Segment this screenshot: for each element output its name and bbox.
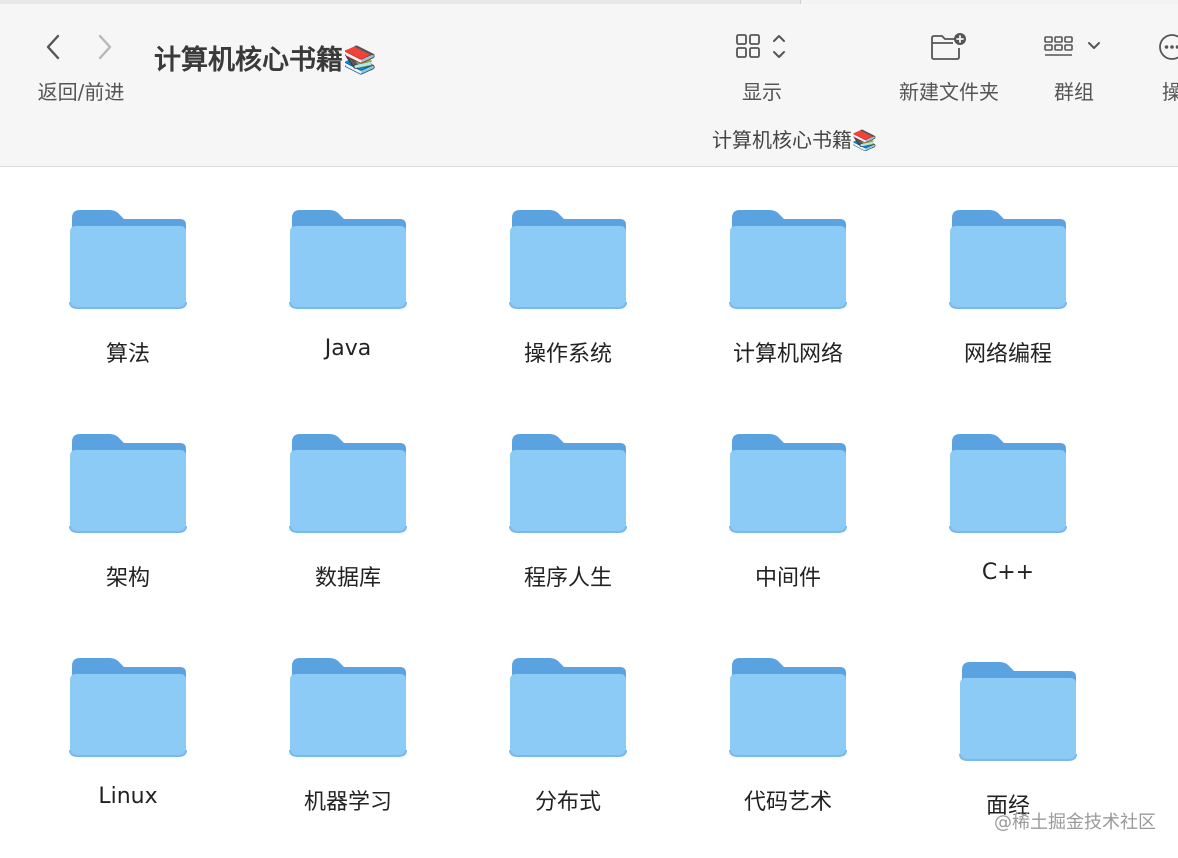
folder-icon <box>729 658 847 757</box>
window-title: 计算机核心书籍📚 <box>154 45 377 76</box>
folder-label: 代码艺术 <box>743 790 832 815</box>
folder-item[interactable]: 架构 <box>38 430 218 630</box>
folder-item[interactable]: Java <box>258 206 438 406</box>
folder-item[interactable]: 分布式 <box>478 654 658 854</box>
folder-label: 算法 <box>105 342 150 367</box>
folder-icon <box>959 662 1077 761</box>
folder-icon <box>289 434 407 533</box>
folder-item[interactable]: 操作系统 <box>478 206 658 406</box>
folder-icon <box>509 658 627 757</box>
folder-label: 架构 <box>105 566 150 591</box>
folder-label: Java <box>324 336 372 361</box>
folder-icon <box>69 658 187 757</box>
forward-button[interactable] <box>90 30 120 64</box>
back-button[interactable] <box>38 30 68 64</box>
folder-icon <box>729 210 847 309</box>
folder-item[interactable]: 程序人生 <box>478 430 658 630</box>
more-icon <box>1159 34 1178 60</box>
new-folder-icon <box>931 33 966 60</box>
nav-group: 返回/前进 <box>26 26 136 106</box>
folder-icon <box>69 434 187 533</box>
folder-label: 机器学习 <box>303 790 392 815</box>
folder-item[interactable]: 网络编程 <box>918 206 1098 406</box>
folder-item[interactable]: 中间件 <box>698 430 878 630</box>
folder-item[interactable]: 机器学习 <box>258 654 438 854</box>
new-folder-label: 新建文件夹 <box>899 80 999 104</box>
nav-label: 返回/前进 <box>37 80 125 104</box>
chevron-right-icon <box>98 34 112 60</box>
toolbar: 返回/前进 计算机核心书籍📚 显示 新建文件夹 群组 操 计算机核心书籍📚 <box>0 0 1178 167</box>
folder-icon <box>949 210 1067 309</box>
folder-icon <box>509 434 627 533</box>
path-label: 计算机核心书籍📚 <box>712 128 877 152</box>
group-icon <box>1044 36 1100 56</box>
folder-icon <box>69 210 187 309</box>
action-button[interactable]: 操 <box>1142 28 1178 108</box>
folder-icon <box>289 658 407 757</box>
folder-item[interactable]: Linux <box>38 654 218 854</box>
new-folder-button[interactable]: 新建文件夹 <box>888 28 1010 108</box>
folder-label: 计算机网络 <box>732 342 843 367</box>
view-button[interactable]: 显示 <box>722 28 802 108</box>
folder-label: Linux <box>98 784 158 809</box>
group-button[interactable]: 群组 <box>1036 28 1112 108</box>
folder-label: 程序人生 <box>523 566 612 591</box>
folder-label: C++ <box>981 560 1035 585</box>
chevron-left-icon <box>46 34 60 60</box>
folder-label: 网络编程 <box>963 342 1052 367</box>
folder-item[interactable]: 代码艺术 <box>698 654 878 854</box>
tab-strip <box>800 0 1178 4</box>
folder-label: 数据库 <box>314 566 381 591</box>
folder-label: 中间件 <box>754 566 821 591</box>
folder-icon <box>949 434 1067 533</box>
folder-item[interactable]: C++ <box>918 430 1098 630</box>
folder-label: 分布式 <box>534 790 601 815</box>
folder-item[interactable]: 数据库 <box>258 430 438 630</box>
folder-icon <box>729 434 847 533</box>
action-label: 操 <box>1162 80 1178 104</box>
folder-item[interactable]: 计算机网络 <box>698 206 878 406</box>
group-label: 群组 <box>1054 80 1094 104</box>
folder-grid: 算法 Java 操作系统 计算机网络 网络编程架构 数据库 程序人生 中间件 C++ Linux 机… <box>0 168 1178 856</box>
window-top-strip <box>0 0 1178 4</box>
view-label: 显示 <box>742 80 782 104</box>
folder-icon <box>289 210 407 309</box>
folder-label: 操作系统 <box>523 342 612 367</box>
folder-item[interactable]: 算法 <box>38 206 218 406</box>
folder-icon <box>509 210 627 309</box>
watermark: @稀土掘金技术社区 <box>994 812 1156 833</box>
grid-view-icon <box>736 34 785 58</box>
